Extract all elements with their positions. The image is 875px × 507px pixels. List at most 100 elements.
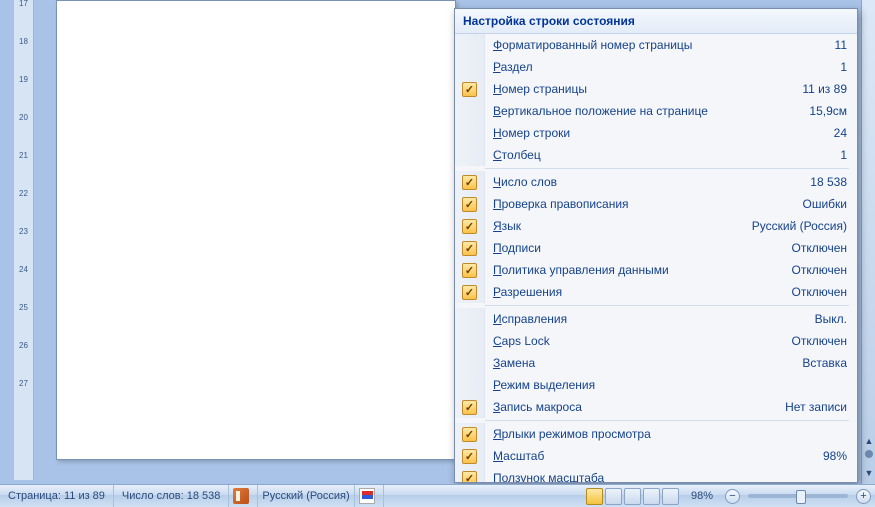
check-icon: ✓ [462, 400, 477, 415]
menu-item-label: Ярлыки режимов просмотра [485, 427, 839, 441]
scroll-up-icon[interactable]: ▲ [864, 436, 874, 446]
menu-item-check-column [455, 144, 485, 166]
menu-item[interactable]: Вертикальное положение на странице15,9см [455, 100, 857, 122]
menu-item-label: Столбец [485, 148, 832, 162]
status-macro[interactable] [355, 485, 384, 507]
menu-item[interactable]: ✓ Масштаб98% [455, 445, 857, 467]
menu-item-value: Отключен [783, 263, 847, 277]
menu-item[interactable]: Форматированный номер страницы11 [455, 34, 857, 56]
document-page[interactable] [56, 0, 456, 460]
view-fullscreen-button[interactable] [605, 488, 622, 505]
menu-item-value: 98% [815, 449, 847, 463]
menu-item-check-column: ✓ [455, 215, 485, 237]
menu-item-value: 1 [832, 60, 847, 74]
menu-item-value: 1 [832, 148, 847, 162]
menu-item-value: 11 из 89 [794, 82, 847, 96]
menu-item-value: Ошибки [795, 197, 848, 211]
check-icon: ✓ [462, 285, 477, 300]
view-outline-button[interactable] [643, 488, 660, 505]
menu-item-check-column: ✓ [455, 237, 485, 259]
check-icon: ✓ [462, 219, 477, 234]
zoom-track[interactable] [748, 494, 848, 498]
view-web-button[interactable] [624, 488, 641, 505]
check-icon: ✓ [462, 427, 477, 442]
menu-separator [485, 420, 849, 421]
zoom-slider: − + [721, 485, 875, 507]
menu-item[interactable]: ✓ ЯзыкРусский (Россия) [455, 215, 857, 237]
view-print-layout-button[interactable] [586, 488, 603, 505]
menu-item-value: Отключен [783, 241, 847, 255]
menu-item-check-column [455, 122, 485, 144]
menu-item-check-column [455, 374, 485, 396]
menu-item-value: 24 [826, 126, 847, 140]
menu-item-label: Форматированный номер страницы [485, 38, 827, 52]
menu-item[interactable]: ИсправленияВыкл. [455, 308, 857, 330]
menu-item-value: Отключен [783, 334, 847, 348]
menu-item-label: Caps Lock [485, 334, 783, 348]
menu-item[interactable]: ✓Число слов18 538 [455, 171, 857, 193]
menu-item-label: Язык [485, 219, 744, 233]
menu-item-label: Раздел [485, 60, 832, 74]
zoom-level[interactable]: 98% [683, 485, 721, 507]
menu-item-label: Проверка правописания [485, 197, 795, 211]
menu-item-value: Выкл. [807, 312, 847, 326]
status-page[interactable]: Страница: 11 из 89 [0, 485, 114, 507]
menu-item[interactable]: Режим выделения [455, 374, 857, 396]
menu-item[interactable]: ✓ Запись макросаНет записи [455, 396, 857, 418]
menu-item[interactable]: ✓ Ярлыки режимов просмотра [455, 423, 857, 445]
scroll-thumb[interactable] [865, 450, 873, 458]
menu-item-check-column: ✓ [455, 423, 485, 445]
menu-item-label: Номер строки [485, 126, 826, 140]
menu-item-check-column: ✓ [455, 396, 485, 418]
menu-item[interactable]: ✓ ПодписиОтключен [455, 237, 857, 259]
scroll-down-icon[interactable]: ▼ [864, 468, 874, 478]
menu-item-check-column: ✓ [455, 467, 485, 482]
menu-item-label: Номер страницы [485, 82, 794, 96]
menu-item-check-column [455, 352, 485, 374]
menu-item-check-column [455, 34, 485, 56]
menu-item[interactable]: ✓Номер страницы11 из 89 [455, 78, 857, 100]
menu-item-check-column [455, 330, 485, 352]
check-icon: ✓ [462, 175, 477, 190]
menu-item-value: Нет записи [777, 400, 847, 414]
menu-item[interactable]: ✓ Политика управления даннымиОтключен [455, 259, 857, 281]
menu-item[interactable]: ✓Проверка правописанияОшибки [455, 193, 857, 215]
view-buttons [582, 485, 683, 507]
menu-separator [485, 168, 849, 169]
check-icon: ✓ [462, 241, 477, 256]
menu-item-check-column: ✓ [455, 445, 485, 467]
statusbar-config-menu: Настройка строки состояния Форматированн… [454, 8, 858, 483]
menu-item-label: Число слов [485, 175, 802, 189]
menu-item[interactable]: ✓Ползунок масштаба [455, 467, 857, 482]
menu-item[interactable]: Столбец1 [455, 144, 857, 166]
menu-item-value: 11 [827, 38, 847, 52]
status-language-label: Русский (Россия) [262, 485, 349, 507]
menu-item-label: Политика управления данными [485, 263, 783, 277]
menu-item[interactable]: ЗаменаВставка [455, 352, 857, 374]
menu-item-label: Запись макроса [485, 400, 777, 414]
menu-item-label: Режим выделения [485, 378, 839, 392]
menu-item-label: Масштаб [485, 449, 815, 463]
status-spellcheck[interactable] [229, 485, 258, 507]
menu-separator [485, 305, 849, 306]
vertical-scrollbar[interactable]: ▲ ▼ [861, 0, 875, 484]
book-icon [233, 488, 249, 504]
menu-item[interactable]: Номер строки24 [455, 122, 857, 144]
status-word-count[interactable]: Число слов: 18 538 [114, 485, 229, 507]
check-icon: ✓ [462, 471, 477, 483]
menu-item[interactable]: Caps LockОтключен [455, 330, 857, 352]
menu-item-label: Подписи [485, 241, 783, 255]
menu-item-check-column [455, 100, 485, 122]
menu-item[interactable]: ✓РазрешенияОтключен [455, 281, 857, 303]
check-icon: ✓ [462, 263, 477, 278]
menu-item-check-column [455, 308, 485, 330]
zoom-in-button[interactable]: + [856, 489, 871, 504]
menu-item-value: Отключен [783, 285, 847, 299]
menu-item-check-column: ✓ [455, 171, 485, 193]
check-icon: ✓ [462, 449, 477, 464]
zoom-out-button[interactable]: − [725, 489, 740, 504]
menu-item-value: Русский (Россия) [744, 219, 847, 233]
status-language[interactable]: Русский (Россия) [258, 485, 354, 507]
view-draft-button[interactable] [662, 488, 679, 505]
menu-item[interactable]: Раздел1 [455, 56, 857, 78]
